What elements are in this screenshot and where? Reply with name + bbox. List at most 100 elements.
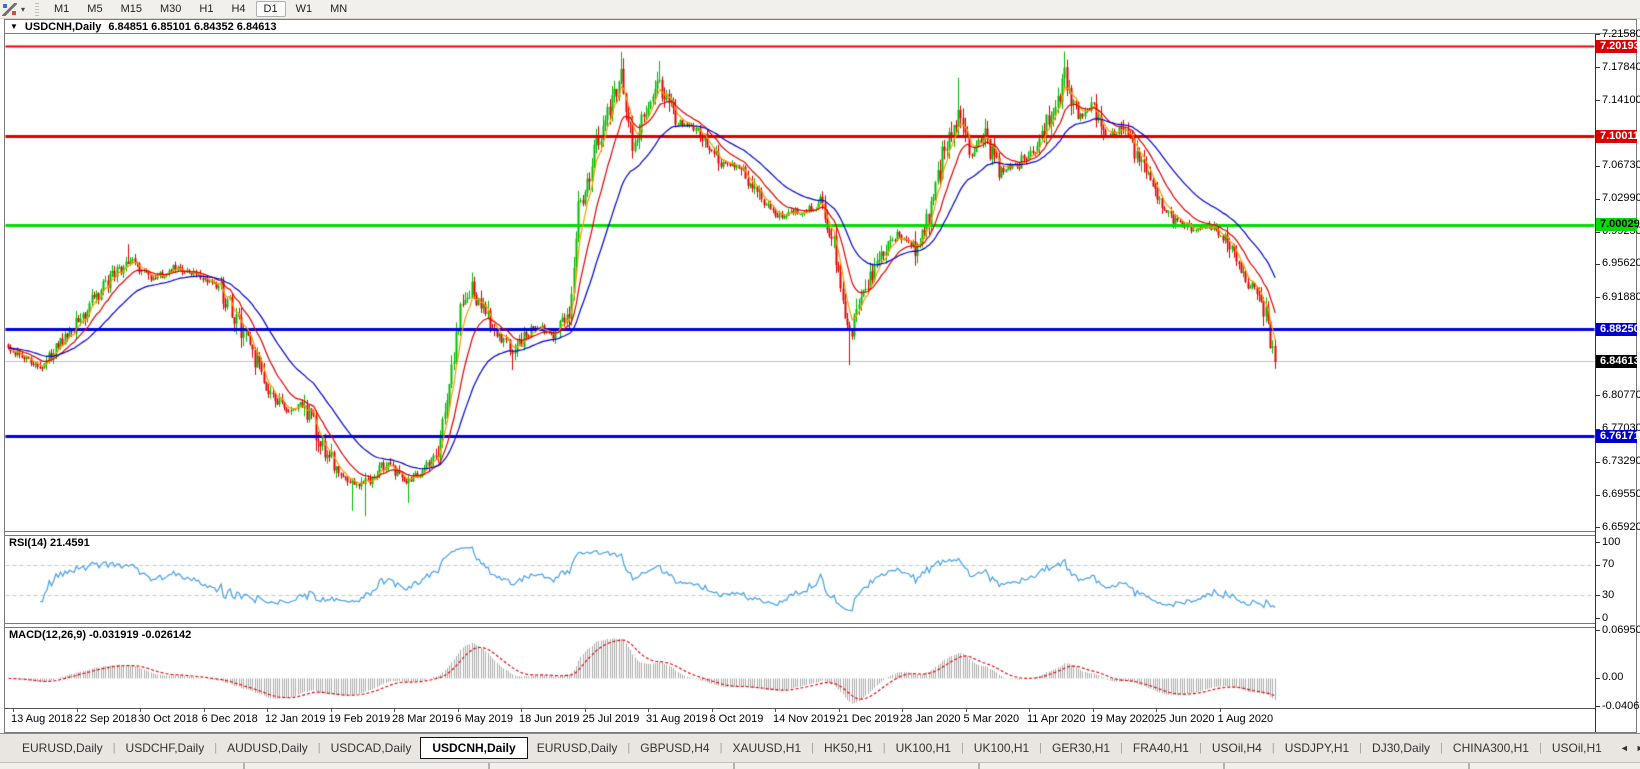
chart-tab-usdchf-daily[interactable]: USDCHF,Daily <box>117 738 214 758</box>
macd-tick-mark <box>1596 630 1600 631</box>
macd-label: MACD(12,26,9) -0.031919 -0.026142 <box>9 629 191 641</box>
date-tick-mark <box>839 709 840 712</box>
time-axis[interactable]: 13 Aug 201822 Sep 201830 Oct 20186 Dec 2… <box>5 708 1595 732</box>
price-tick-label: 7.06730 <box>1602 159 1640 172</box>
timeframe-w1[interactable]: W1 <box>288 1 321 17</box>
date-label: 30 Oct 2018 <box>138 713 198 725</box>
price-tick-mark <box>1596 395 1600 396</box>
date-tick-mark <box>331 709 332 712</box>
timeframe-m30[interactable]: M30 <box>152 1 189 17</box>
timeframe-h4[interactable]: H4 <box>223 1 253 17</box>
date-tick-mark <box>1093 709 1094 712</box>
price-tick-label: 7.21580 <box>1602 28 1640 41</box>
price-tick-mark <box>1596 495 1600 496</box>
price-tick-mark <box>1596 462 1600 463</box>
date-label: 28 Jan 2020 <box>900 713 961 725</box>
rsi-tick-label: 30 <box>1602 589 1614 602</box>
price-level-label: 6.76171 <box>1596 430 1637 443</box>
tab-scroll-right-button[interactable]: ► <box>1636 743 1640 753</box>
date-tick-mark <box>140 709 141 712</box>
date-tick-mark <box>648 709 649 712</box>
price-tick-label: 6.91880 <box>1602 291 1640 304</box>
macd-panel: MACD(12,26,9) -0.031919 -0.026142 <box>5 628 1595 708</box>
date-label: 25 Jul 2019 <box>583 713 640 725</box>
date-tick-mark <box>902 709 903 712</box>
tab-scroll-arrows: ◄ ► <box>1611 743 1640 753</box>
timeframe-m15[interactable]: M15 <box>113 1 150 17</box>
macd-chart-canvas[interactable] <box>5 628 1595 708</box>
chart-tab-usdcnh-daily[interactable]: USDCNH,Daily <box>420 737 527 759</box>
price-level-label: 7.20193 <box>1596 40 1637 53</box>
date-tick-mark <box>775 709 776 712</box>
chart-tab-usdjpy-h1[interactable]: USDJPY,H1 <box>1276 738 1358 758</box>
timeframe-m5[interactable]: M5 <box>79 1 110 17</box>
date-label: 31 Aug 2019 <box>646 713 708 725</box>
price-tick-mark <box>1596 527 1600 528</box>
price-tick-label: 7.17840 <box>1602 61 1640 74</box>
rsi-tick-mark <box>1596 542 1600 543</box>
price-tick-label: 7.14100 <box>1602 94 1640 107</box>
date-label: 13 Aug 2018 <box>11 713 73 725</box>
chart-tab-fra40-h1[interactable]: FRA40,H1 <box>1124 738 1198 758</box>
macd-tick-mark <box>1596 706 1600 707</box>
timeframe-mn[interactable]: MN <box>322 1 355 17</box>
timeframe-h1[interactable]: H1 <box>191 1 221 17</box>
chart-tab-xauusd-h1[interactable]: XAUUSD,H1 <box>723 738 810 758</box>
price-tick-mark <box>1596 100 1600 101</box>
price-tick-mark <box>1596 199 1600 200</box>
price-tick-label: 6.69550 <box>1602 488 1640 501</box>
price-axis[interactable]: 7.215807.178407.141007.067307.029906.992… <box>1595 34 1636 732</box>
tabs-row: EURUSD,Daily|USDCHF,Daily|AUDUSD,Daily|U… <box>13 737 1611 759</box>
price-chart-canvas[interactable] <box>5 34 1595 531</box>
date-tick-mark <box>712 709 713 712</box>
timeframe-toolbar: ▾ M1M5M15M30H1H4D1W1MN <box>0 0 1640 19</box>
macd-tick-label: 0.069506 <box>1602 624 1640 637</box>
chart-tab-uk100-h1[interactable]: UK100,H1 <box>887 738 960 758</box>
chart-tab-audusd-daily[interactable]: AUDUSD,Daily <box>218 738 317 758</box>
bottom-splitter-strip <box>0 762 1640 769</box>
price-level-label: 7.10011 <box>1596 130 1637 143</box>
toolbar-grip <box>35 3 39 16</box>
date-tick-mark <box>204 709 205 712</box>
date-label: 14 Nov 2019 <box>773 713 835 725</box>
price-tick-label: 6.80770 <box>1602 389 1640 402</box>
chart-content: RSI(14) 21.4591 MACD(12,26,9) -0.031919 … <box>5 34 1636 732</box>
chart-tab-usdcad-daily[interactable]: USDCAD,Daily <box>322 738 421 758</box>
date-tick-mark <box>521 709 522 712</box>
rsi-tick-mark <box>1596 565 1600 566</box>
rsi-chart-canvas[interactable] <box>5 536 1595 623</box>
chart-tab-china300-h1[interactable]: CHINA300,H1 <box>1444 738 1538 758</box>
rsi-tick-label: 100 <box>1602 536 1620 549</box>
chart-tab-hk50-h1[interactable]: HK50,H1 <box>815 738 882 758</box>
date-label: 19 Feb 2019 <box>329 713 391 725</box>
timeframe-m1[interactable]: M1 <box>46 1 77 17</box>
rsi-tick-mark <box>1596 595 1600 596</box>
chart-tab-ger30-h1[interactable]: GER30,H1 <box>1043 738 1119 758</box>
plot-column: RSI(14) 21.4591 MACD(12,26,9) -0.031919 … <box>5 34 1595 732</box>
chart-tab-eurusd-daily[interactable]: EURUSD,Daily <box>528 738 627 758</box>
chart-tab-eurusd-daily[interactable]: EURUSD,Daily <box>13 738 112 758</box>
date-tick-mark <box>77 709 78 712</box>
chart-tab-usoil-h1[interactable]: USOil,H1 <box>1543 738 1611 758</box>
chart-tab-dj30-daily[interactable]: DJ30,Daily <box>1363 738 1439 758</box>
chart-title-row: ▼ USDCNH,Daily 6.84851 6.85101 6.84352 6… <box>5 20 1636 34</box>
date-tick-mark <box>585 709 586 712</box>
main-price-panel <box>5 34 1595 531</box>
date-label: 19 May 2020 <box>1091 713 1155 725</box>
chart-tab-uk100-h1[interactable]: UK100,H1 <box>965 738 1038 758</box>
crosshair-tool-icon[interactable] <box>2 3 17 16</box>
price-tick-mark <box>1596 67 1600 68</box>
current-price-label: 6.84613 <box>1596 355 1637 368</box>
date-tick-mark <box>1220 709 1221 712</box>
rsi-tick-label: 70 <box>1602 558 1614 571</box>
dropdown-caret-icon[interactable]: ▾ <box>21 5 25 14</box>
chart-tab-gbpusd-h4[interactable]: GBPUSD,H4 <box>631 738 718 758</box>
price-tick-mark <box>1596 34 1600 35</box>
date-tick-mark <box>966 709 967 712</box>
tab-scroll-left-button[interactable]: ◄ <box>1620 743 1629 753</box>
price-tick-mark <box>1596 297 1600 298</box>
date-tick-mark <box>267 709 268 712</box>
chart-tab-usoil-h4[interactable]: USOil,H4 <box>1203 738 1271 758</box>
timeframe-d1[interactable]: D1 <box>256 1 286 17</box>
symbol-dropdown-icon[interactable]: ▼ <box>10 22 18 31</box>
